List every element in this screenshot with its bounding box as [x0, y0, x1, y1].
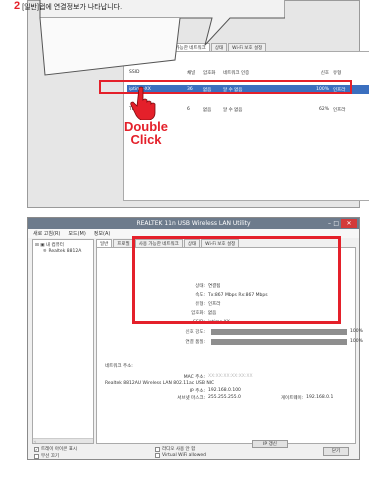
tree-adapter[interactable]: ⚟ Realtek 8812A	[43, 249, 81, 254]
radio-off-option[interactable]: 라디오 사용 안 함	[155, 446, 195, 452]
network-encryption: 없음	[203, 107, 212, 113]
virtual-wifi-label: Virtual WiFi allowed	[162, 453, 206, 458]
window-title: REALTEK 11n USB Wireless LAN Utility	[136, 220, 251, 227]
device-tree: ⊟ ▣ 내 컴퓨터 ⚟ Realtek 8812A ‹	[32, 239, 94, 444]
gateway-value: 192.168.0.1	[306, 395, 334, 400]
signal-label: 신호 강도:	[185, 330, 205, 335]
tree-adapter-label: Realtek 8812A	[48, 249, 82, 254]
adapter-row: Realtek 8812AU Wireless LAN 802.11ac USB…	[105, 380, 214, 387]
callout-caption: 2 [일반]탭에 연결정보가 나타납니다.	[14, 0, 122, 12]
tray-icon-checkbox[interactable]: ✓	[34, 446, 39, 452]
network-auth: 알 수 없음	[223, 107, 243, 113]
status-signal-row: 신호 강도:	[155, 328, 208, 336]
ip-value: 192.168.0.100	[208, 388, 241, 393]
tree-root[interactable]: ⊟ ▣ 내 컴퓨터	[35, 242, 64, 248]
double-click-line-2: Click	[130, 132, 162, 147]
close-button[interactable]: 닫기	[323, 447, 349, 456]
maximize-icon[interactable]: □	[333, 219, 339, 228]
window-titlebar[interactable]: REALTEK 11n USB Wireless LAN Utility	[28, 218, 359, 229]
ip-row: IP 주소: 192.168.0.100	[155, 387, 241, 394]
quality-label: 연결 품질:	[185, 340, 205, 345]
ip-label: IP 주소:	[189, 388, 205, 394]
radio-off-label: 라디오 사용 안 함	[162, 447, 196, 452]
bottom-options-bar: ✓ 트레이 아이콘 표시 무선 끄기 라디오 사용 안 함 Virtual Wi…	[32, 446, 357, 459]
tab-general[interactable]: 일반	[96, 239, 113, 247]
mask-value: 255.255.255.0	[208, 395, 241, 400]
network-bssid: 00	[361, 107, 369, 112]
link-quality-bar	[211, 339, 347, 345]
gateway-label: 게이트웨이:	[280, 395, 304, 401]
menu-refresh[interactable]: 새로 고침(R)	[33, 230, 60, 237]
mac-value: XX:XX:XX:XX:XX:XX	[208, 374, 253, 379]
net-address-label: 네트워크 주소:	[105, 363, 133, 369]
tree-root-label: 내 컴퓨터	[45, 243, 64, 248]
mask-label: 서브넷 마스크:	[177, 395, 205, 401]
menu-mode[interactable]: 모드(M)	[68, 230, 85, 237]
network-bssid: 00	[361, 87, 369, 92]
tree-scrollbar[interactable]: ‹	[33, 438, 93, 444]
signal-strength-bar	[211, 329, 347, 335]
disable-wireless-checkbox[interactable]	[34, 453, 39, 459]
network-row[interactable]: TEST 6 없음 알 수 없음 62% 인프라 00	[127, 105, 369, 114]
menu-about[interactable]: 정보(A)	[94, 230, 111, 237]
mask-row: 서브넷 마스크: 255.255.255.0 게이트웨이: 192.168.0.…	[155, 394, 333, 401]
net-address-heading: 네트워크 주소:	[105, 362, 133, 369]
tray-icon-label: 트레이 아이콘 표시	[41, 447, 77, 452]
col-type[interactable]: 유형	[333, 70, 361, 76]
disable-wireless-option[interactable]: 무선 끄기	[34, 453, 59, 459]
callout-bubble	[39, 0, 285, 76]
virtual-wifi-option[interactable]: Virtual WiFi allowed	[155, 453, 206, 458]
quality-percent: 100%	[350, 339, 363, 344]
tab-profile[interactable]: 프로필	[113, 239, 134, 247]
minimize-icon[interactable]: –	[328, 219, 331, 228]
col-signal[interactable]: 신호	[303, 70, 333, 76]
virtual-wifi-checkbox[interactable]	[155, 453, 160, 458]
col-bssid[interactable]: BS	[361, 70, 369, 76]
double-click-label: Double Click	[116, 120, 176, 146]
connection-info-highlight	[132, 236, 341, 324]
network-signal: 62%	[318, 107, 329, 112]
mac-label: MAC 주소:	[183, 374, 205, 380]
step-number: 2	[14, 0, 21, 12]
computer-icon: ⊟ ▣	[35, 243, 46, 248]
adapter-name: Realtek 8812AU Wireless LAN 802.11ac USB…	[105, 381, 215, 386]
mac-row: MAC 주소: XX:XX:XX:XX:XX:XX	[155, 373, 253, 380]
network-type: 인프라	[333, 107, 346, 113]
radio-off-checkbox[interactable]	[155, 446, 160, 452]
step-text: [일반]탭에 연결정보가 나타납니다.	[22, 4, 123, 11]
signal-percent: 100%	[350, 329, 363, 334]
close-icon[interactable]: ✕	[341, 219, 357, 228]
tray-icon-option[interactable]: ✓ 트레이 아이콘 표시	[34, 446, 77, 452]
status-quality-row: 연결 품질:	[155, 338, 208, 346]
network-channel: 6	[187, 107, 190, 112]
disable-wireless-label: 무선 끄기	[41, 454, 59, 459]
